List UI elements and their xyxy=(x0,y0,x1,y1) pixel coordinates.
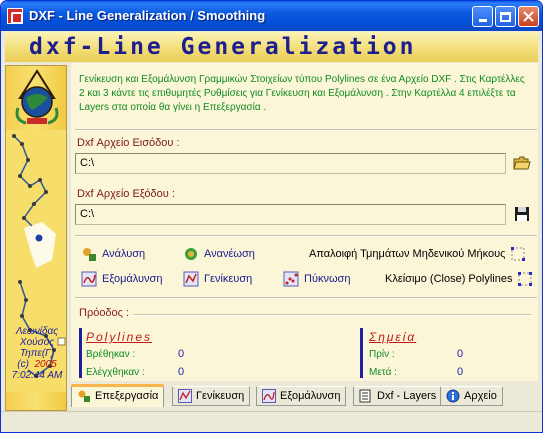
minimize-button[interactable] xyxy=(472,6,493,27)
smoothing-icon xyxy=(81,271,97,287)
generalization-label: Γενίκευση xyxy=(204,273,253,285)
tab-label: Εξομάλυνση xyxy=(280,390,341,402)
app-icon xyxy=(7,8,23,24)
zero-length-icon xyxy=(511,247,526,261)
group-accent-bar xyxy=(360,328,363,378)
smoothing-button[interactable]: Εξομάλυνση xyxy=(81,270,162,288)
tab-dxf-layers[interactable]: Dxf - Layers xyxy=(353,386,443,406)
divider xyxy=(75,129,537,131)
tab-label: Αρχείο xyxy=(464,390,497,402)
refresh-icon xyxy=(185,248,197,260)
close-button[interactable] xyxy=(518,6,539,27)
process-icon xyxy=(78,390,90,402)
tab-smoothing[interactable]: Εξομάλυνση xyxy=(256,386,347,406)
input-file-field[interactable]: C:\ xyxy=(75,153,506,174)
tab-label: Γενίκευση xyxy=(196,390,245,402)
title-bar[interactable]: DXF - Line Generalization / Smoothing xyxy=(1,1,542,31)
divider xyxy=(75,297,537,299)
close-polyline-icon xyxy=(518,272,533,286)
refresh-button[interactable]: Ανανέωση xyxy=(183,245,255,263)
author-line-3: Τηπε(Γ) xyxy=(19,348,55,359)
points-group-title: Σημεία xyxy=(369,330,417,344)
author-line-1: Λεωνίδας xyxy=(15,326,59,337)
refresh-label: Ανανέωση xyxy=(204,248,255,260)
output-file-field[interactable]: C:\ xyxy=(75,204,506,225)
window-title: DXF - Line Generalization / Smoothing xyxy=(29,8,266,23)
close-icon xyxy=(523,11,534,22)
before-label: Πρίν : xyxy=(369,349,395,360)
densify-label: Πύκνωση xyxy=(304,273,351,285)
before-value: 0 xyxy=(457,348,464,360)
maximize-icon xyxy=(500,11,511,22)
polylines-group-title: Polylines xyxy=(86,330,153,344)
main-panel: Γενίκευση και Εξομάλυνση Γραμμικών Στοιχ… xyxy=(71,63,538,381)
banner-title: dxf-Line Generalization xyxy=(29,34,417,60)
layers-icon xyxy=(359,389,371,403)
after-value: 0 xyxy=(457,366,464,378)
author-credit: Λεωνίδας Χούσος Τηπε(Γ) (c) 2005 7:02:44… xyxy=(6,326,66,381)
after-label: Μετά : xyxy=(369,367,397,378)
tab-label: Επεξεργασία xyxy=(95,390,159,402)
output-file-label: Dxf Αρχείο Εξόδου : xyxy=(77,188,175,200)
found-label: Βρέθηκαν : xyxy=(86,349,136,360)
open-folder-icon xyxy=(513,156,531,170)
densify-icon xyxy=(283,271,299,287)
status-bar xyxy=(1,411,542,432)
checked-label: Ελέγχθηκαν : xyxy=(86,367,145,378)
minimize-icon xyxy=(478,19,487,22)
left-decorative-strip: Λεωνίδας Χούσος Τηπε(Γ) (c) 2005 7:02:44… xyxy=(5,65,67,411)
input-file-label: Dxf Αρχείο Εισόδου : xyxy=(77,137,180,149)
divider xyxy=(75,235,537,237)
progress-bar xyxy=(133,314,531,316)
group-accent-bar xyxy=(79,328,82,378)
description-text: Γενίκευση και Εξομάλυνση Γραμμικών Στοιχ… xyxy=(79,74,525,113)
found-value: 0 xyxy=(178,348,185,360)
copyright-year: 2005 xyxy=(34,359,57,370)
clock-time: 7:02:44 AM xyxy=(11,370,63,381)
open-file-button[interactable] xyxy=(511,153,533,173)
densify-button[interactable]: Πύκνωση xyxy=(283,270,350,288)
app-window: DXF - Line Generalization / Smoothing dx… xyxy=(0,0,543,433)
save-file-button[interactable] xyxy=(511,204,533,224)
remove-zero-length-button[interactable]: Απαλοιφή Τμημάτων Μηδενικού Μήκους xyxy=(309,245,526,263)
generalization-icon xyxy=(183,271,199,287)
tab-label: Dxf - Layers xyxy=(377,390,437,402)
emblem-icon xyxy=(15,69,59,125)
header-banner: dxf-Line Generalization xyxy=(5,32,538,62)
smooth-icon xyxy=(262,389,276,403)
checked-value: 0 xyxy=(178,366,185,378)
maximize-button[interactable] xyxy=(495,6,516,27)
analysis-button[interactable]: Ανάλυση xyxy=(81,245,145,263)
tab-process[interactable]: Επεξεργασία xyxy=(71,384,165,407)
tab-generalization[interactable]: Γενίκευση xyxy=(172,386,251,406)
smoothing-label: Εξομάλυνση xyxy=(102,273,163,285)
generalize-icon xyxy=(178,389,192,403)
info-icon xyxy=(446,389,460,403)
progress-label: Πρόοδος : xyxy=(79,307,130,319)
save-disk-icon xyxy=(515,207,529,221)
tab-strip: Επεξεργασία Γενίκευση Εξομάλυνση Dxf - L… xyxy=(71,384,537,407)
generalization-button[interactable]: Γενίκευση xyxy=(183,270,252,288)
author-line-2: Χούσος xyxy=(19,337,55,348)
analysis-label: Ανάλυση xyxy=(102,248,146,260)
close-polylines-label: Κλείσιμο (Close) Polylines xyxy=(385,273,513,285)
close-polylines-button[interactable]: Κλείσιμο (Close) Polylines xyxy=(385,270,533,288)
tab-file[interactable]: Αρχείο xyxy=(440,386,503,406)
copyright-mark: (c) xyxy=(17,359,29,370)
analysis-icon xyxy=(83,248,96,261)
remove-zero-length-label: Απαλοιφή Τμημάτων Μηδενικού Μήκους xyxy=(309,248,506,260)
